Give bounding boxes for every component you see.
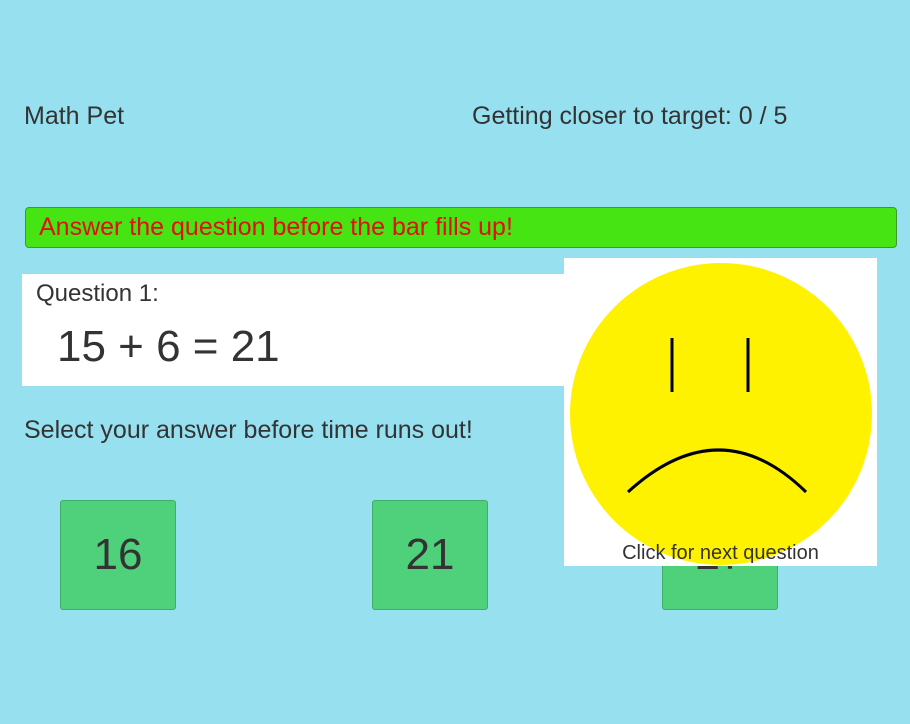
- feedback-panel[interactable]: Click for next question: [564, 258, 877, 566]
- sad-face-icon: [570, 263, 872, 565]
- face-circle: [570, 263, 872, 565]
- instruction-text: Select your answer before time runs out!: [24, 416, 473, 444]
- question-equation: 15 + 6 = 21: [57, 322, 280, 371]
- question-panel: Question 1: 15 + 6 = 21: [22, 274, 570, 386]
- question-label: Question 1:: [36, 280, 159, 307]
- target-progress-text: Getting closer to target: 0 / 5: [472, 102, 788, 130]
- app-title: Math Pet: [24, 102, 125, 130]
- answer-button-2[interactable]: 21: [372, 500, 488, 610]
- answer-button-1[interactable]: 16: [60, 500, 176, 610]
- timer-bar: Answer the question before the bar fills…: [25, 207, 897, 248]
- next-question-link[interactable]: Click for next question: [564, 542, 877, 565]
- timer-message: Answer the question before the bar fills…: [39, 213, 513, 241]
